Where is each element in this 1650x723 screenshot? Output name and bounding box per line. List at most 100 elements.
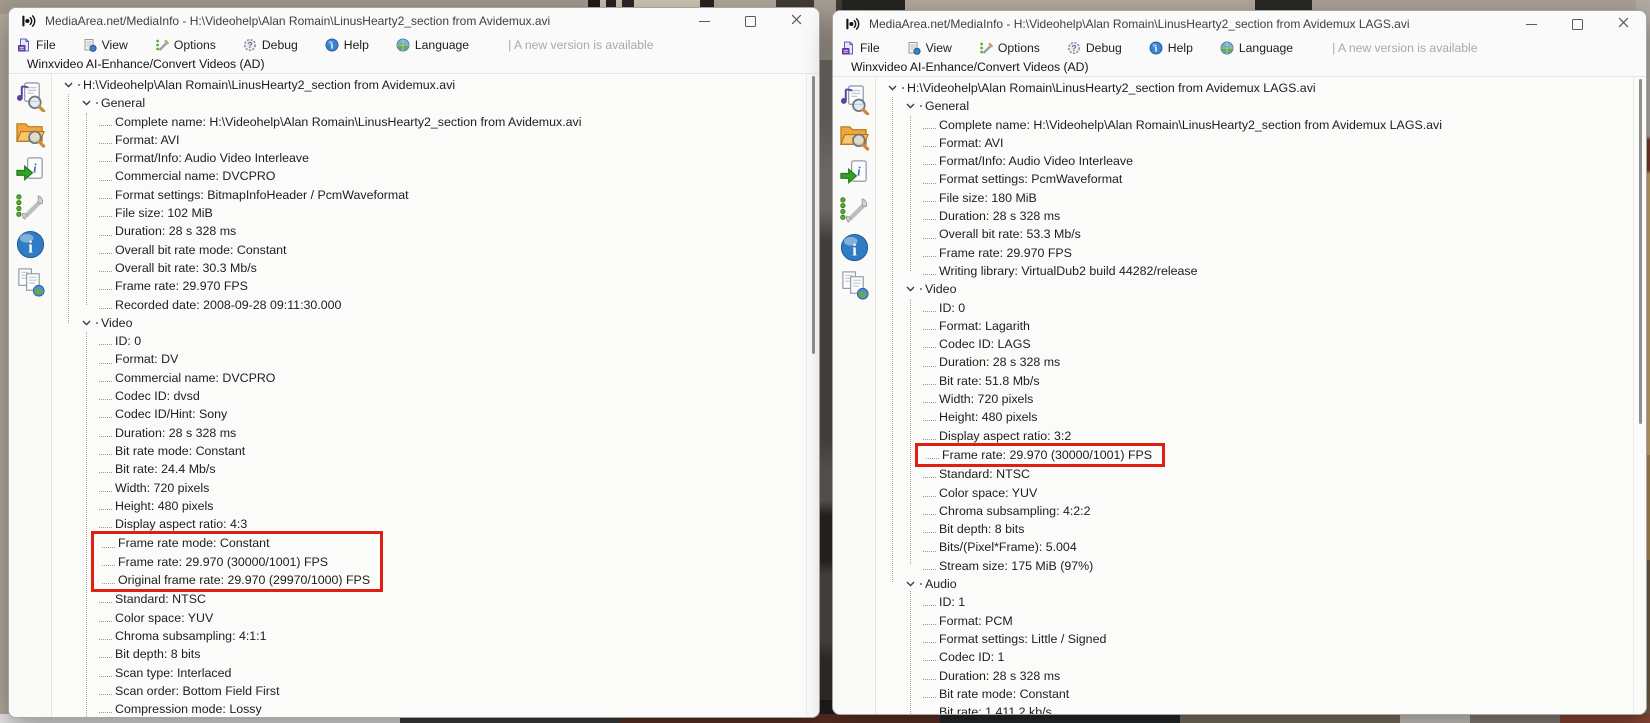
menu-options[interactable]: Options: [979, 41, 1040, 55]
tree-leaf-row[interactable]: Format: AVI: [884, 134, 1646, 152]
export-info-icon[interactable]: i: [13, 153, 47, 187]
tree-branch-row[interactable]: General: [60, 94, 819, 112]
update-notice[interactable]: | A new version is available: [508, 38, 653, 52]
tree-leaf-row[interactable]: Frame rate: 29.970 FPS: [884, 244, 1646, 262]
tree-leaf-row[interactable]: ID: 0: [884, 299, 1646, 317]
tree-leaf-row[interactable]: Frame rate mode: Constant: [102, 534, 370, 552]
menu-debug[interactable]: ? Debug: [243, 38, 298, 52]
tree-leaf-row[interactable]: Frame rate: 29.970 FPS: [60, 277, 819, 295]
tree-leaf-row[interactable]: Bit rate: 1 411.2 kb/s: [884, 703, 1646, 714]
tree-leaf-row[interactable]: Format/Info: Audio Video Interleave: [60, 149, 819, 167]
tree-leaf-row[interactable]: Bits/(Pixel*Frame): 5.004: [884, 538, 1646, 556]
open-folder-icon[interactable]: [13, 116, 47, 150]
tree-leaf-row[interactable]: Overall bit rate: 53.3 Mb/s: [884, 225, 1646, 243]
tree-leaf-row[interactable]: Complete name: H:\Videohelp\Alan Romain\…: [884, 116, 1646, 134]
open-file-icon[interactable]: [13, 79, 47, 113]
copy-report-icon[interactable]: [13, 264, 47, 298]
tree-leaf-row[interactable]: Bit depth: 8 bits: [884, 520, 1646, 538]
about-icon[interactable]: i: [837, 230, 871, 264]
vertical-scrollbar[interactable]: [806, 74, 819, 717]
tree-leaf-row[interactable]: Overall bit rate mode: Constant: [60, 241, 819, 259]
title-bar[interactable]: MediaArea.net/MediaInfo - H:\Videohelp\A…: [9, 8, 819, 34]
close-button[interactable]: [773, 8, 819, 34]
tree-leaf-row[interactable]: Color space: YUV: [60, 609, 819, 627]
menu-language[interactable]: Language: [1220, 41, 1293, 55]
tree-leaf-row[interactable]: Format settings: Little / Signed: [884, 630, 1646, 648]
tree-leaf-row[interactable]: Commercial name: DVCPRO: [60, 167, 819, 185]
update-notice[interactable]: | A new version is available: [1332, 41, 1477, 55]
tree-leaf-row[interactable]: Duration: 28 s 328 ms: [60, 424, 819, 442]
scrollbar-thumb[interactable]: [812, 76, 815, 354]
tree-branch-row[interactable]: General: [884, 97, 1646, 115]
tree-leaf-row[interactable]: Bit rate mode: Constant: [60, 442, 819, 460]
chevron-down-icon[interactable]: [888, 85, 899, 91]
tree-leaf-row[interactable]: Bit rate: 51.8 Mb/s: [884, 372, 1646, 390]
tree-leaf-row[interactable]: Format settings: BitmapInfoHeader / PcmW…: [60, 186, 819, 204]
tree-leaf-row[interactable]: Overall bit rate: 30.3 Mb/s: [60, 259, 819, 277]
ad-link[interactable]: Winxvideo AI-Enhance/Convert Videos (AD): [9, 56, 819, 74]
minimize-button[interactable]: [681, 8, 727, 34]
menu-view[interactable]: View: [83, 38, 128, 52]
tree-leaf-row[interactable]: Codec ID: 1: [884, 648, 1646, 666]
title-bar[interactable]: MediaArea.net/MediaInfo - H:\Videohelp\A…: [833, 11, 1646, 37]
open-folder-icon[interactable]: [837, 119, 871, 153]
menu-language[interactable]: Language: [396, 38, 469, 52]
tree-leaf-row[interactable]: Recorded date: 2008-09-28 09:11:30.000: [60, 296, 819, 314]
preferences-icon[interactable]: [837, 193, 871, 227]
chevron-down-icon[interactable]: [64, 82, 75, 88]
tree-leaf-row[interactable]: Duration: 28 s 328 ms: [884, 667, 1646, 685]
tree-leaf-row[interactable]: Duration: 28 s 328 ms: [884, 353, 1646, 371]
tree-leaf-row[interactable]: Height: 480 pixels: [60, 497, 819, 515]
tree-leaf-row[interactable]: Format: PCM: [884, 612, 1646, 630]
minimize-button[interactable]: [1508, 11, 1554, 37]
maximize-button[interactable]: [727, 8, 773, 34]
ad-link[interactable]: Winxvideo AI-Enhance/Convert Videos (AD): [833, 59, 1646, 77]
tree-leaf-row[interactable]: Bit depth: 8 bits: [60, 645, 819, 663]
chevron-down-icon[interactable]: [82, 320, 93, 326]
tree-leaf-row[interactable]: Scan order: Bottom Field First: [60, 682, 819, 700]
tree-leaf-row[interactable]: Compression mode: Lossy: [60, 700, 819, 717]
about-icon[interactable]: i: [13, 227, 47, 261]
chevron-down-icon[interactable]: [906, 286, 917, 293]
menu-view[interactable]: View: [907, 41, 952, 55]
tree-leaf-row[interactable]: Format: Lagarith: [884, 317, 1646, 335]
export-info-icon[interactable]: i: [837, 156, 871, 190]
menu-help[interactable]: i Help: [325, 38, 369, 52]
tree-leaf-row[interactable]: Stream size: 175 MiB (97%): [884, 557, 1646, 575]
menu-help[interactable]: i Help: [1149, 41, 1193, 55]
chevron-down-icon[interactable]: [906, 103, 917, 110]
menu-file[interactable]: File: [17, 38, 56, 52]
tree-leaf-row[interactable]: Codec ID/Hint: Sony: [60, 405, 819, 423]
scrollbar-thumb[interactable]: [1639, 79, 1642, 424]
tree-leaf-row[interactable]: Height: 480 pixels: [884, 408, 1646, 426]
tree-leaf-row[interactable]: File size: 102 MiB: [60, 204, 819, 222]
tree-leaf-row[interactable]: Color space: YUV: [884, 484, 1646, 502]
tree-branch-row[interactable]: Audio: [884, 575, 1646, 593]
tree-leaf-row[interactable]: Original frame rate: 29.970 (29970/1000)…: [102, 571, 370, 589]
tree-leaf-row[interactable]: Scan type: Interlaced: [60, 664, 819, 682]
tree-leaf-row[interactable]: Format: AVI: [60, 131, 819, 149]
chevron-down-icon[interactable]: [82, 100, 93, 107]
tree-leaf-row[interactable]: Standard: NTSC: [60, 590, 819, 608]
vertical-scrollbar[interactable]: [1633, 77, 1646, 714]
tree-branch-row[interactable]: H:\Videohelp\Alan Romain\LinusHearty2_se…: [884, 79, 1646, 97]
tree-leaf-row[interactable]: Width: 720 pixels: [60, 479, 819, 497]
tree-leaf-row[interactable]: Duration: 28 s 328 ms: [60, 222, 819, 240]
menu-options[interactable]: Options: [155, 38, 216, 52]
tree-leaf-row[interactable]: Codec ID: dvsd: [60, 387, 819, 405]
tree-leaf-row[interactable]: ID: 0: [60, 332, 819, 350]
tree-leaf-row[interactable]: Width: 720 pixels: [884, 390, 1646, 408]
chevron-down-icon[interactable]: [906, 581, 917, 587]
tree-leaf-row[interactable]: Bit rate: 24.4 Mb/s: [60, 460, 819, 478]
open-file-icon[interactable]: [837, 82, 871, 116]
tree-leaf-row[interactable]: Chroma subsampling: 4:1:1: [60, 627, 819, 645]
preferences-icon[interactable]: [13, 190, 47, 224]
tree-leaf-row[interactable]: Standard: NTSC: [884, 465, 1646, 483]
tree-leaf-row[interactable]: Duration: 28 s 328 ms: [884, 207, 1646, 225]
tree-leaf-row[interactable]: Frame rate: 29.970 (30000/1001) FPS: [102, 553, 370, 571]
tree-leaf-row[interactable]: Commercial name: DVCPRO: [60, 369, 819, 387]
tree-leaf-row[interactable]: Bit rate mode: Constant: [884, 685, 1646, 703]
tree-leaf-row[interactable]: Format settings: PcmWaveformat: [884, 170, 1646, 188]
close-button[interactable]: [1600, 11, 1646, 37]
tree-leaf-row[interactable]: Codec ID: LAGS: [884, 335, 1646, 353]
